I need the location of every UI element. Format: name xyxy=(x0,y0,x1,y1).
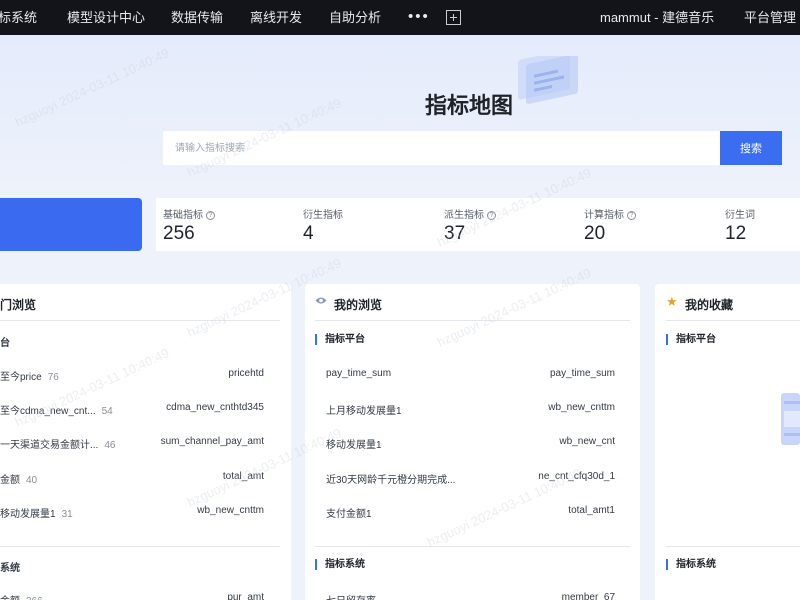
hero-banner xyxy=(0,35,800,195)
list-item-name[interactable]: pay_time_sum xyxy=(326,368,391,379)
nav-item-indicator-system[interactable]: 标系统 xyxy=(0,0,37,35)
highlight-card[interactable] xyxy=(0,198,142,251)
list-item-name[interactable]: 至今price 76 xyxy=(0,368,59,383)
stat-label: 派生指标 xyxy=(444,210,484,221)
list-item-name[interactable]: 移动发展量1 xyxy=(326,436,382,451)
list-item-name[interactable]: 金额 40 xyxy=(0,471,37,486)
hero-illustration-icon xyxy=(518,56,578,104)
section-title: 台 xyxy=(0,338,10,349)
divider xyxy=(315,546,630,547)
empty-state-illustration-icon xyxy=(781,393,800,445)
list-item-name[interactable]: 一天渠道交易金额计... 46 xyxy=(0,436,115,451)
list-item-name[interactable]: 七日留存率 xyxy=(326,592,376,600)
help-icon[interactable]: ? xyxy=(487,211,496,220)
section-title: 指标系统 xyxy=(315,559,365,570)
list-item-name[interactable]: 上月移动发展量1 xyxy=(326,402,402,417)
list-item-code[interactable]: member_67 xyxy=(562,592,615,600)
list-item-code[interactable]: pricehtd xyxy=(228,368,264,379)
list-item-code[interactable]: sum_channel_pay_amt xyxy=(161,436,264,447)
stat-value: 37 xyxy=(444,223,466,244)
stat-label: 衍生指标 xyxy=(303,210,343,221)
indicator-search-input[interactable] xyxy=(163,131,720,165)
section-title: 指标系统 xyxy=(666,559,716,570)
divider xyxy=(666,546,800,547)
stat-value: 256 xyxy=(163,223,195,244)
list-item-code[interactable]: total_amt1 xyxy=(568,505,615,516)
nav-item-data-transfer[interactable]: 数据传输 xyxy=(171,0,223,35)
section-title: 系统 xyxy=(0,563,20,574)
stat-value: 4 xyxy=(303,223,314,244)
platform-manage-menu[interactable]: 平台管理 xyxy=(744,0,796,35)
list-item-name[interactable]: 移动发展量1 31 xyxy=(0,505,73,520)
list-item-code[interactable]: total_amt xyxy=(223,471,264,482)
divider xyxy=(666,320,800,321)
stats-bar: 基础指标? 256 衍生指标 4 派生指标? 37 计算指标? 20 衍生词 1… xyxy=(156,198,800,251)
more-menu-icon[interactable]: ••• xyxy=(408,0,430,35)
panel-title: 门浏览 xyxy=(0,298,37,312)
help-icon[interactable]: ? xyxy=(206,211,215,220)
stat-label: 衍生词 xyxy=(725,210,755,221)
divider xyxy=(0,546,280,547)
list-item-code[interactable]: wb_new_cnt xyxy=(559,436,615,447)
star-icon: ★ xyxy=(666,294,678,309)
favorites-panel xyxy=(655,284,800,600)
stat-value: 20 xyxy=(584,223,606,244)
list-item-code[interactable]: pur_amt xyxy=(227,592,264,600)
list-item-code[interactable]: ne_cnt_cfq30d_1 xyxy=(538,471,615,482)
search-button[interactable]: 搜索 xyxy=(720,131,782,165)
add-box-icon[interactable] xyxy=(446,10,461,25)
list-item-code[interactable]: wb_new_cnttm xyxy=(197,505,264,516)
nav-item-self-analysis[interactable]: 自助分析 xyxy=(329,0,381,35)
list-item-code[interactable]: pay_time_sum xyxy=(550,368,615,379)
list-item-name[interactable]: 近30天网龄千元橙分期完成... xyxy=(326,471,455,486)
list-item-name[interactable]: 金额366 xyxy=(0,592,43,600)
list-item-code[interactable]: wb_new_cnttm xyxy=(548,402,615,413)
help-icon[interactable]: ? xyxy=(627,211,636,220)
stat-label: 基础指标 xyxy=(163,210,203,221)
panel-title: 我的浏览 xyxy=(334,298,383,312)
panel-title: 我的收藏 xyxy=(685,298,734,312)
nav-item-model-design-center[interactable]: 模型设计中心 xyxy=(67,0,145,35)
nav-item-offline-dev[interactable]: 离线开发 xyxy=(250,0,302,35)
list-item-name[interactable]: 至今cdma_new_cnt... 54 xyxy=(0,402,113,417)
page-title: 指标地图 xyxy=(425,93,514,118)
list-item-name[interactable]: 支付金额1 xyxy=(326,505,372,520)
user-tenant-selector[interactable]: mammut - 建德音乐 xyxy=(600,0,714,35)
top-nav-bar: 标系统 模型设计中心 数据传输 离线开发 自助分析 ••• mammut - 建… xyxy=(0,0,800,35)
list-item-code[interactable]: cdma_new_cnthtd345 xyxy=(166,402,264,413)
stat-value: 12 xyxy=(725,223,747,244)
section-title: 指标平台 xyxy=(666,334,716,345)
divider xyxy=(315,320,630,321)
stat-label: 计算指标 xyxy=(584,210,624,221)
divider xyxy=(0,320,280,321)
eye-icon xyxy=(315,297,327,304)
section-title: 指标平台 xyxy=(315,334,365,345)
